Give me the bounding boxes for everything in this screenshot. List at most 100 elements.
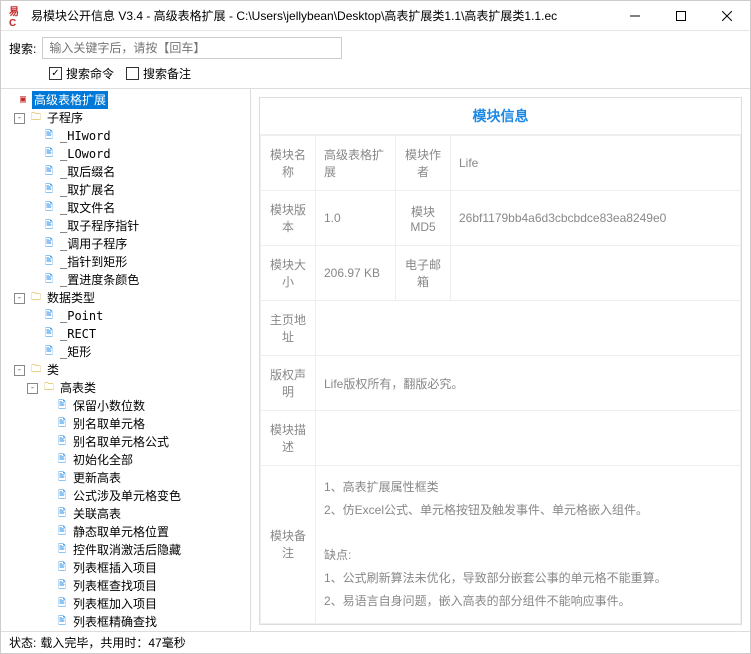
tree-item[interactable]: -🗀子程序 <box>1 109 250 127</box>
tree-item[interactable]: 🖹_指针到矩形 <box>1 253 250 271</box>
tree-item[interactable]: ▣高级表格扩展 <box>1 91 250 109</box>
tree-item-label: 数据类型 <box>45 289 97 307</box>
tree-item-label: _取扩展名 <box>58 181 117 199</box>
tree-item[interactable]: 🖹更新高表 <box>1 469 250 487</box>
tree-item[interactable]: 🖹列表框精确查找 <box>1 613 250 631</box>
doc-icon: 🖹 <box>55 597 69 611</box>
doc-icon: 🖹 <box>55 453 69 467</box>
doc-icon: 🖹 <box>42 255 56 269</box>
doc-icon: 🖹 <box>55 579 69 593</box>
doc-icon: 🖹 <box>42 201 56 215</box>
doc-icon: 🖹 <box>55 417 69 431</box>
doc-icon: 🖹 <box>42 273 56 287</box>
tree-item-label: 别名取单元格公式 <box>71 433 171 451</box>
tree-item[interactable]: -🗀数据类型 <box>1 289 250 307</box>
doc-icon: 🖹 <box>55 435 69 449</box>
tree-item[interactable]: 🖹_取文件名 <box>1 199 250 217</box>
maximize-button[interactable] <box>658 1 704 30</box>
tree-item[interactable]: 🖹列表框查找项目 <box>1 577 250 595</box>
tree-item[interactable]: -🗀高表类 <box>1 379 250 397</box>
doc-icon: 🖹 <box>55 399 69 413</box>
app-icon: 易C <box>9 8 25 24</box>
collapse-icon[interactable]: - <box>14 293 25 304</box>
tree-item[interactable]: 🖹_置进度条颜色 <box>1 271 250 289</box>
tree-item-label: 保留小数位数 <box>71 397 147 415</box>
tree-item[interactable]: 🖹_LOword <box>1 145 250 163</box>
tree-item[interactable]: 🖹_Point <box>1 307 250 325</box>
tree-item[interactable]: 🖹公式涉及单元格变色 <box>1 487 250 505</box>
folder-icon: 🗀 <box>42 381 56 395</box>
tree-item-label: _取子程序指针 <box>58 217 141 235</box>
doc-icon: 🖹 <box>42 129 56 143</box>
doc-icon: 🖹 <box>42 147 56 161</box>
info-header: 模块信息 <box>260 98 741 135</box>
tree-item-label: 更新高表 <box>71 469 123 487</box>
collapse-icon[interactable]: - <box>14 113 25 124</box>
tree-item-label: _HIword <box>58 127 113 145</box>
tree-item-label: _LOword <box>58 145 113 163</box>
tree-item[interactable]: 🖹关联高表 <box>1 505 250 523</box>
checkbox-icon <box>49 67 62 80</box>
tree-item[interactable]: 🖹_矩形 <box>1 343 250 361</box>
tree-item[interactable]: 🖹_HIword <box>1 127 250 145</box>
tree-item-label: _RECT <box>58 325 98 343</box>
tree-item[interactable]: 🖹别名取单元格 <box>1 415 250 433</box>
tree-item[interactable]: 🖹控件取消激活后隐藏 <box>1 541 250 559</box>
doc-icon: 🖹 <box>42 327 56 341</box>
tree-item[interactable]: 🖹_调用子程序 <box>1 235 250 253</box>
status-bar: 状态: 载入完毕，共用时：47毫秒 <box>1 631 750 653</box>
folder-icon: 🗀 <box>29 111 43 125</box>
tree-item-label: 别名取单元格 <box>71 415 147 433</box>
search-input[interactable] <box>42 37 342 59</box>
tree-item[interactable]: 🖹静态取单元格位置 <box>1 523 250 541</box>
tree-item-label: 控件取消激活后隐藏 <box>71 541 183 559</box>
tree-item-label: 列表框加入项目 <box>71 595 159 613</box>
tree-item-label: _取文件名 <box>58 199 117 217</box>
folder-icon: 🗀 <box>29 291 43 305</box>
status-label: 状态: <box>9 634 36 651</box>
collapse-icon[interactable]: - <box>14 365 25 376</box>
close-button[interactable] <box>704 1 750 30</box>
doc-icon: 🖹 <box>55 543 69 557</box>
minimize-button[interactable] <box>612 1 658 30</box>
tree-item[interactable]: -🗀类 <box>1 361 250 379</box>
info-panel: 模块信息 模块名称高级表格扩展模块作者Life 模块版本1.0模块MD526bf… <box>251 89 750 631</box>
tree-item[interactable]: 🖹_RECT <box>1 325 250 343</box>
collapse-icon[interactable]: - <box>27 383 38 394</box>
tree-item-label: 高表类 <box>58 379 98 397</box>
doc-icon: 🖹 <box>42 165 56 179</box>
doc-icon: 🖹 <box>55 615 69 629</box>
tree-item[interactable]: 🖹列表框插入项目 <box>1 559 250 577</box>
doc-icon: 🖹 <box>55 525 69 539</box>
window-title: 易模块公开信息 V3.4 - 高级表格扩展 - C:\Users\jellybe… <box>31 7 612 24</box>
tree-item-label: _取后缀名 <box>58 163 117 181</box>
tree-item-label: _置进度条颜色 <box>58 271 141 289</box>
doc-icon: 🖹 <box>42 237 56 251</box>
doc-icon: 🖹 <box>55 561 69 575</box>
tree-item-label: 关联高表 <box>71 505 123 523</box>
tree-item-label: 类 <box>45 361 61 379</box>
tree-item-label: 列表框查找项目 <box>71 577 159 595</box>
tree-item[interactable]: 🖹初始化全部 <box>1 451 250 469</box>
doc-icon: 🖹 <box>42 345 56 359</box>
doc-icon: 🖹 <box>55 507 69 521</box>
status-text: 载入完毕，共用时：47毫秒 <box>40 634 185 651</box>
checkbox-search-remark[interactable]: 搜索备注 <box>126 65 191 82</box>
tree-item[interactable]: 🖹别名取单元格公式 <box>1 433 250 451</box>
doc-icon: 🖹 <box>55 489 69 503</box>
tree-item[interactable]: 🖹保留小数位数 <box>1 397 250 415</box>
tree-item[interactable]: 🖹_取子程序指针 <box>1 217 250 235</box>
doc-icon: 🖹 <box>42 219 56 233</box>
tree-view[interactable]: ▣高级表格扩展-🗀子程序🖹_HIword🖹_LOword🖹_取后缀名🖹_取扩展名… <box>1 89 251 631</box>
tree-item-label: 初始化全部 <box>71 451 135 469</box>
doc-icon: 🖹 <box>42 183 56 197</box>
tree-item-label: _矩形 <box>58 343 93 361</box>
tree-item[interactable]: 🖹_取扩展名 <box>1 181 250 199</box>
package-icon: ▣ <box>16 93 30 107</box>
tree-item-label: 列表框插入项目 <box>71 559 159 577</box>
tree-item[interactable]: 🖹列表框加入项目 <box>1 595 250 613</box>
tree-item[interactable]: 🖹_取后缀名 <box>1 163 250 181</box>
search-label: 搜索: <box>9 40 36 57</box>
checkbox-search-command[interactable]: 搜索命令 <box>49 65 114 82</box>
titlebar: 易C 易模块公开信息 V3.4 - 高级表格扩展 - C:\Users\jell… <box>1 1 750 31</box>
